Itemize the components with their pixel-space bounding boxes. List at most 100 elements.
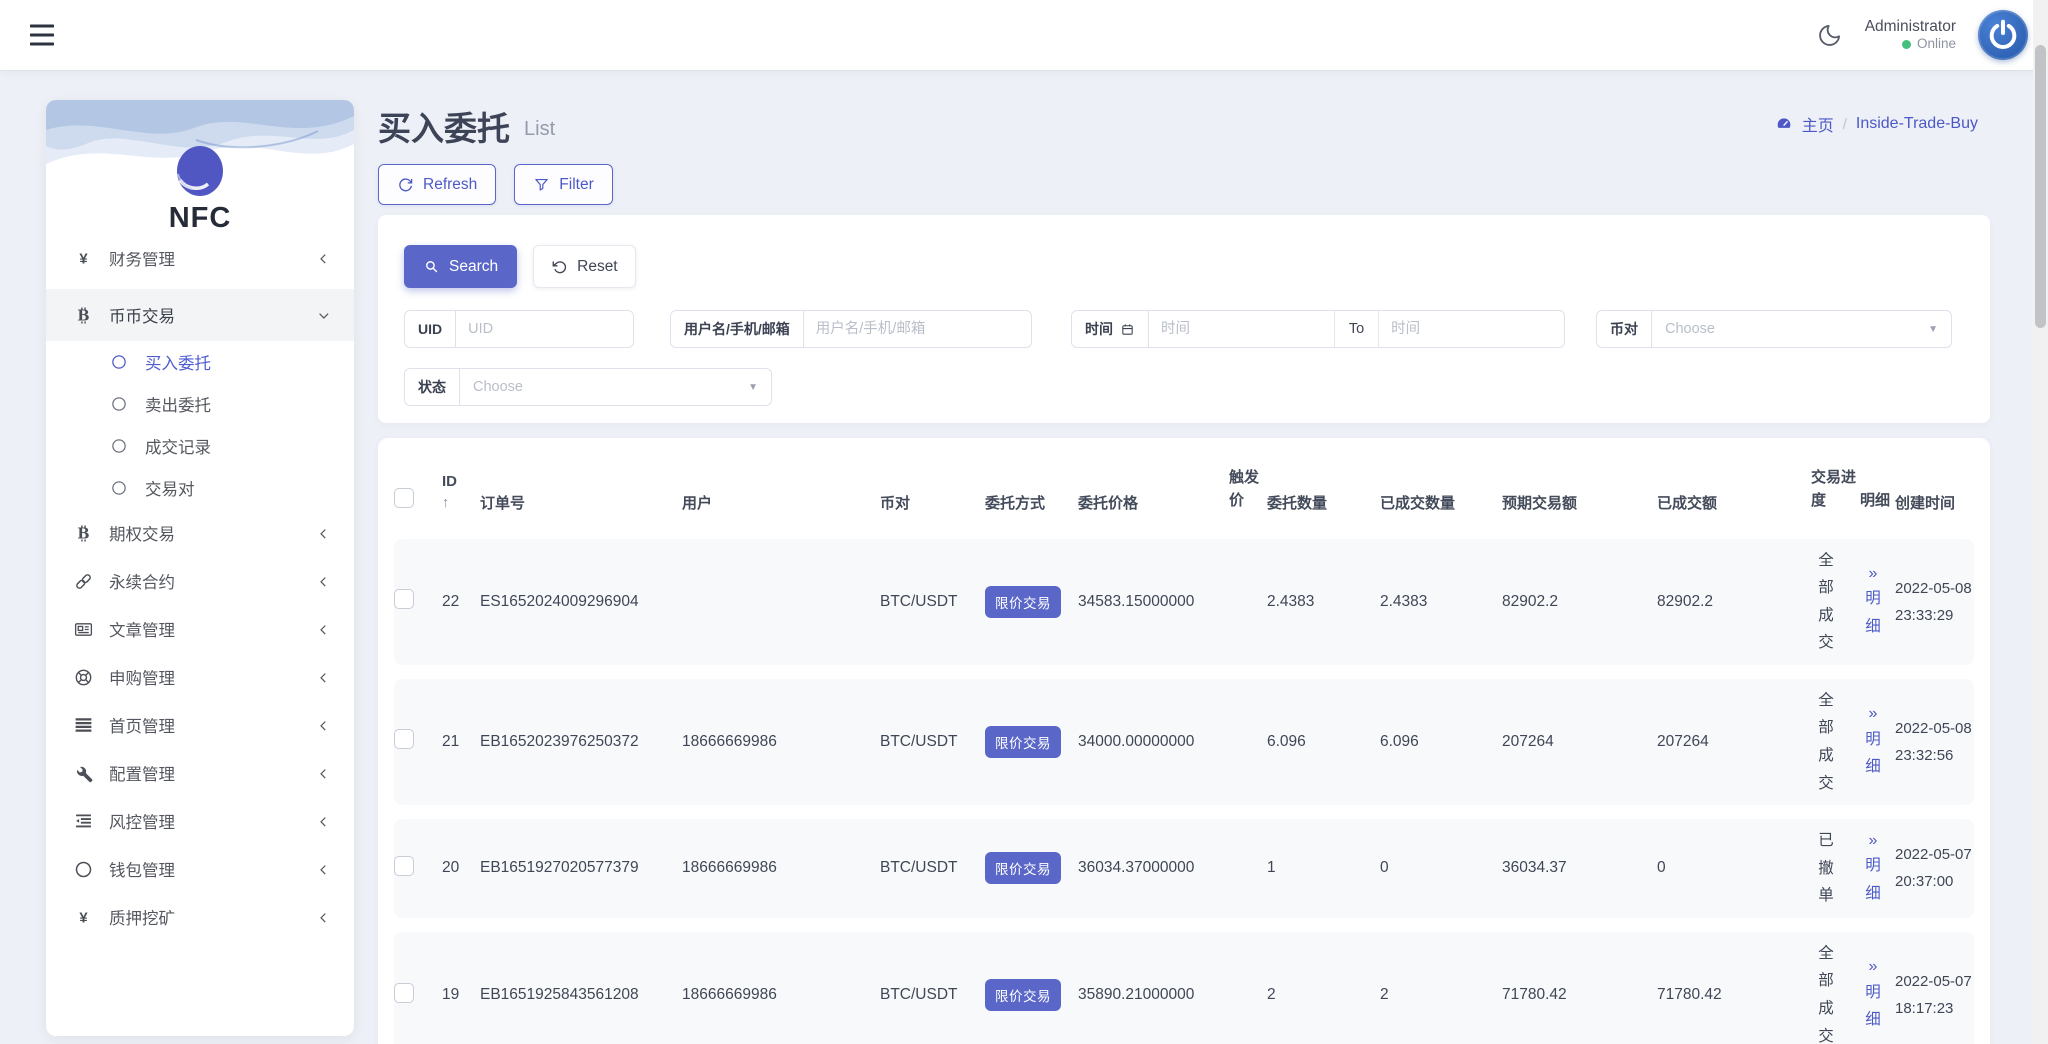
detail-link[interactable]: » 明细 — [1860, 830, 1886, 908]
select-all-checkbox[interactable] — [394, 488, 414, 508]
header-id[interactable]: ID ↑ — [442, 473, 480, 513]
radio-circle-icon — [110, 437, 128, 455]
cell-expected: 207264 — [1502, 733, 1657, 751]
pair-select[interactable]: Choose — [1652, 321, 1928, 337]
sidebar-item-风控管理[interactable]: 风控管理 — [46, 797, 354, 845]
chevron-icon — [315, 250, 332, 267]
username-input[interactable] — [804, 311, 1031, 347]
detail-link-label: 明细 — [1864, 852, 1882, 907]
sidebar-item-icon — [73, 571, 94, 592]
header-dealt: 已成交额 — [1657, 492, 1811, 513]
chevron-icon — [315, 307, 332, 324]
status-select[interactable]: Choose — [460, 379, 748, 395]
header-created: 创建时间 — [1895, 492, 1974, 513]
sidebar-subitem-卖出委托[interactable]: 卖出委托 — [46, 383, 354, 425]
user-info[interactable]: Administrator Online — [1865, 17, 1956, 53]
caret-down-icon: ▼ — [748, 382, 758, 393]
chevron-icon — [315, 717, 332, 734]
row-checkbox[interactable] — [394, 856, 414, 876]
refresh-icon — [397, 176, 414, 193]
online-status-dot — [1902, 40, 1911, 49]
cell-price: 34000.00000000 — [1078, 733, 1229, 751]
time-to-input[interactable] — [1378, 311, 1564, 347]
cell-progress: 全部成交 — [1811, 547, 1841, 657]
page-subtitle: List — [524, 112, 555, 141]
refresh-button[interactable]: Refresh — [378, 164, 496, 205]
sidebar-logo-header: NFC — [46, 100, 354, 252]
page-title: 买入委托 — [378, 102, 510, 150]
detail-link[interactable]: » 明细 — [1860, 703, 1886, 781]
header-pair: 币对 — [880, 492, 985, 513]
scrollbar-thumb[interactable] — [2035, 45, 2046, 328]
double-arrow-icon: » — [1860, 956, 1886, 978]
table-row: 20 EB1651927020577379 18666669986 BTC/US… — [394, 819, 1974, 918]
sidebar-item-label: 质押挖矿 — [109, 905, 300, 929]
chevron-icon — [315, 525, 332, 542]
sidebar-item-label: 币币交易 — [109, 303, 300, 327]
cell-pair: BTC/USDT — [880, 986, 985, 1004]
sidebar-subitem-买入委托[interactable]: 买入委托 — [46, 341, 354, 383]
sidebar-item-配置管理[interactable]: 配置管理 — [46, 749, 354, 797]
uid-input[interactable] — [456, 311, 633, 347]
hamburger-menu-icon[interactable] — [30, 24, 54, 46]
detail-link[interactable]: » 明细 — [1860, 956, 1886, 1034]
sidebar-item-期权交易[interactable]: 期权交易 — [46, 509, 354, 557]
toolbar: Refresh Filter — [378, 164, 613, 205]
cell-pair: BTC/USDT — [880, 733, 985, 751]
cell-expected: 71780.42 — [1502, 986, 1657, 1004]
header-filled: 已成交数量 — [1380, 492, 1502, 513]
cell-amount: 2 — [1267, 986, 1380, 1004]
cell-id: 22 — [442, 593, 480, 611]
refresh-label: Refresh — [423, 176, 477, 194]
cell-filled: 0 — [1380, 859, 1502, 877]
detail-link-label: 明细 — [1864, 585, 1882, 640]
status-select-group: 状态 Choose ▼ — [404, 368, 772, 406]
sidebar-item-首页管理[interactable]: 首页管理 — [46, 701, 354, 749]
sidebar-item-文章管理[interactable]: 文章管理 — [46, 605, 354, 653]
caret-down-icon: ▼ — [1928, 324, 1938, 335]
breadcrumb-home[interactable]: 主页 — [1802, 112, 1834, 136]
sidebar-item-永续合约[interactable]: 永续合约 — [46, 557, 354, 605]
sidebar-item-币币交易[interactable]: 币币交易 — [46, 289, 354, 341]
sidebar-item-钱包管理[interactable]: 钱包管理 — [46, 845, 354, 893]
table-body: 22 ES1652024009296904 BTC/USDT 限价交易 3458… — [394, 539, 1974, 1044]
cell-expected: 82902.2 — [1502, 593, 1657, 611]
breadcrumb: 主页 / Inside-Trade-Buy — [1775, 112, 1978, 136]
sidebar-item-icon — [73, 907, 94, 928]
time-label: 时间 — [1072, 311, 1149, 347]
table-row: 22 ES1652024009296904 BTC/USDT 限价交易 3458… — [394, 539, 1974, 665]
brand-name: NFC — [46, 202, 354, 235]
chevron-icon — [315, 909, 332, 926]
cell-expected: 36034.37 — [1502, 859, 1657, 877]
order-type-badge: 限价交易 — [985, 726, 1061, 758]
reset-button[interactable]: Reset — [533, 245, 636, 288]
power-logo-icon — [1986, 18, 2020, 52]
sidebar-subitem-成交记录[interactable]: 成交记录 — [46, 425, 354, 467]
time-range-group: 时间 To — [1071, 310, 1565, 348]
row-checkbox[interactable] — [394, 983, 414, 1003]
time-from-input[interactable] — [1149, 311, 1334, 347]
sidebar-item-icon — [73, 859, 94, 880]
order-type-badge: 限价交易 — [985, 979, 1061, 1011]
cell-filled: 2.4383 — [1380, 593, 1502, 611]
search-button[interactable]: Search — [404, 245, 517, 288]
sidebar-item-label: 文章管理 — [109, 617, 300, 641]
cell-id: 20 — [442, 859, 480, 877]
cell-user: 18666669986 — [682, 733, 880, 751]
sidebar-item-质押挖矿[interactable]: 质押挖矿 — [46, 893, 354, 941]
row-checkbox[interactable] — [394, 589, 414, 609]
avatar[interactable] — [1978, 10, 2028, 60]
cell-dealt: 207264 — [1657, 733, 1811, 751]
sidebar-subitem-label: 卖出委托 — [145, 392, 211, 416]
header-type: 委托方式 — [985, 492, 1078, 513]
sidebar-item-label: 风控管理 — [109, 809, 300, 833]
sidebar-subitem-交易对[interactable]: 交易对 — [46, 467, 354, 509]
sidebar-item-申购管理[interactable]: 申购管理 — [46, 653, 354, 701]
detail-link[interactable]: » 明细 — [1860, 563, 1886, 641]
search-icon — [423, 258, 440, 275]
row-checkbox[interactable] — [394, 729, 414, 749]
pair-label: 币对 — [1597, 311, 1652, 347]
filter-button[interactable]: Filter — [514, 164, 612, 205]
sidebar-item-icon — [73, 523, 94, 544]
dark-mode-moon-icon[interactable] — [1817, 22, 1843, 48]
